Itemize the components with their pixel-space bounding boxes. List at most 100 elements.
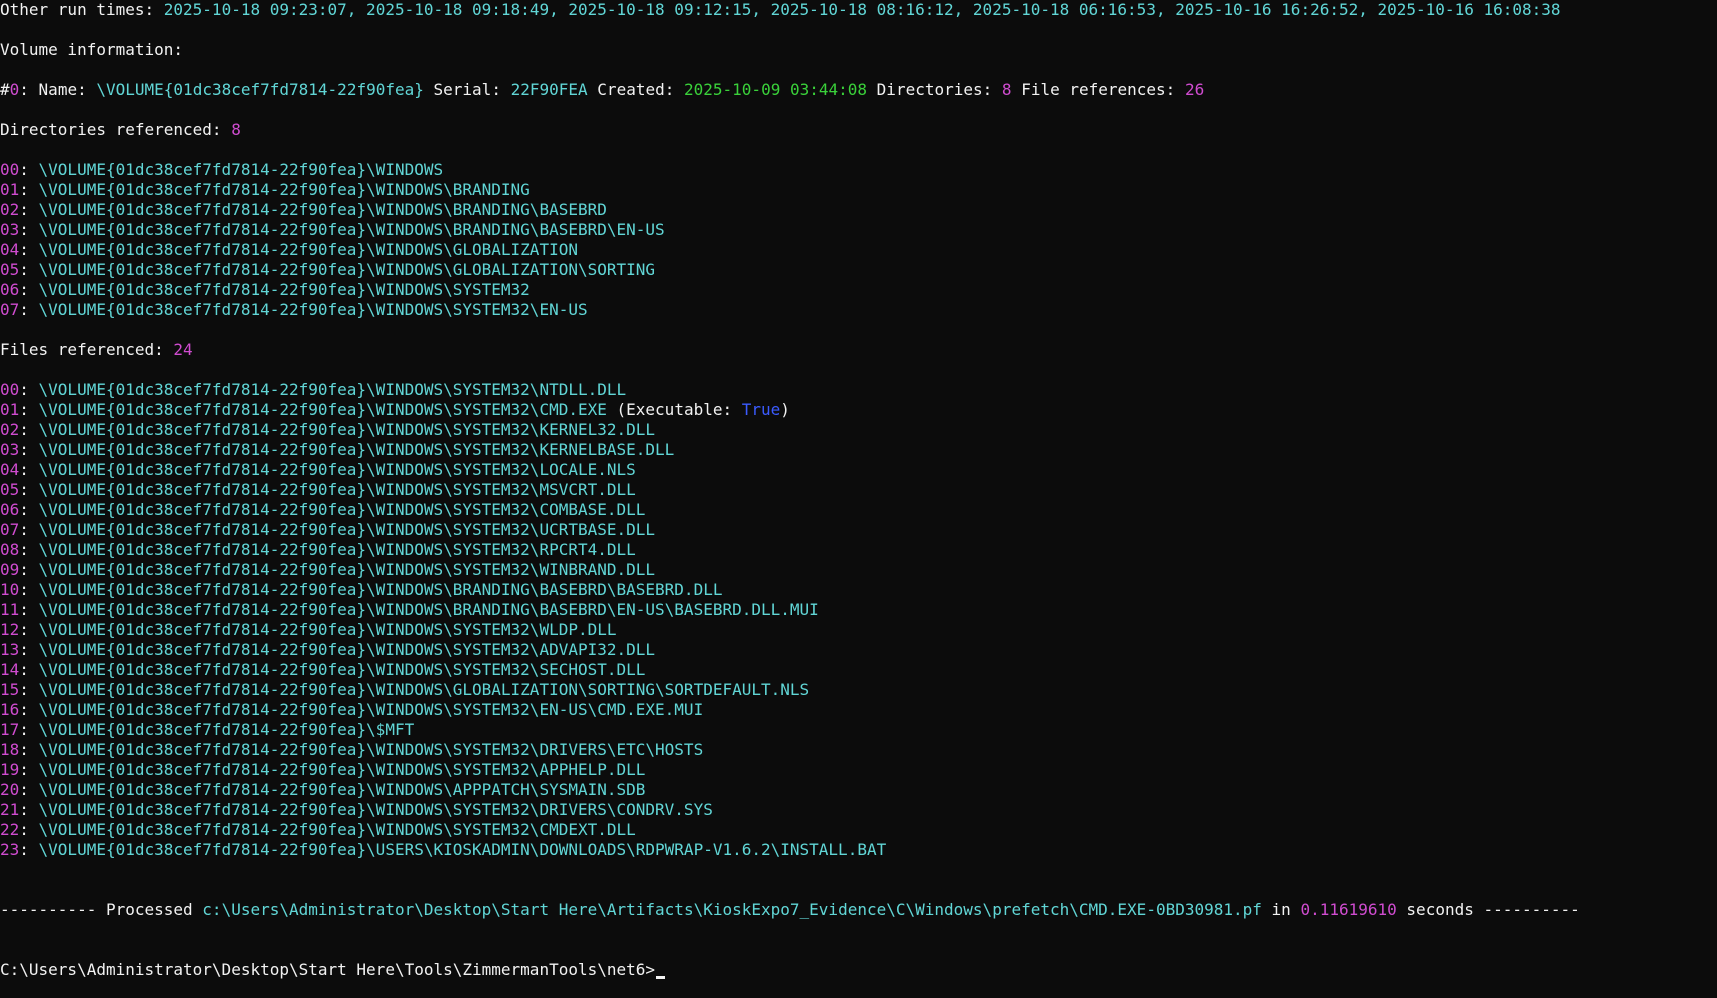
directory-index: 06 (0, 280, 20, 299)
volume-index: 0 (9, 80, 20, 99)
file-row: 11: \VOLUME{01dc38cef7fd7814-22f90fea}\W… (0, 600, 1717, 620)
volume-dirs-label: Directories: (876, 80, 993, 99)
text-cursor[interactable] (656, 976, 666, 979)
file-index: 08 (0, 540, 20, 559)
file-separator: : (19, 640, 39, 659)
directory-index: 03 (0, 220, 20, 239)
directory-path: \VOLUME{01dc38cef7fd7814-22f90fea}\WINDO… (38, 260, 656, 279)
file-path: \VOLUME{01dc38cef7fd7814-22f90fea}\WINDO… (38, 620, 617, 639)
directory-row: 00: \VOLUME{01dc38cef7fd7814-22f90fea}\W… (0, 160, 1717, 180)
command-prompt: C:\Users\Administrator\Desktop\Start Her… (0, 960, 656, 979)
directory-index: 01 (0, 180, 20, 199)
directory-row: 05: \VOLUME{01dc38cef7fd7814-22f90fea}\W… (0, 260, 1717, 280)
file-index: 20 (0, 780, 20, 799)
file-path: \VOLUME{01dc38cef7fd7814-22f90fea}\WINDO… (38, 440, 675, 459)
file-index: 23 (0, 840, 20, 859)
file-row: 07: \VOLUME{01dc38cef7fd7814-22f90fea}\W… (0, 520, 1717, 540)
file-row: 12: \VOLUME{01dc38cef7fd7814-22f90fea}\W… (0, 620, 1717, 640)
file-row: 06: \VOLUME{01dc38cef7fd7814-22f90fea}\W… (0, 500, 1717, 520)
volume-serial: 22F90FEA (510, 80, 588, 99)
directory-index: 04 (0, 240, 20, 259)
file-path: \VOLUME{01dc38cef7fd7814-22f90fea}\WINDO… (38, 680, 810, 699)
volume-serial-label: Serial: (433, 80, 501, 99)
directory-row: 03: \VOLUME{01dc38cef7fd7814-22f90fea}\W… (0, 220, 1717, 240)
file-path: \VOLUME{01dc38cef7fd7814-22f90fea}\WINDO… (38, 420, 656, 439)
processed-in-label: in (1271, 900, 1291, 919)
directory-path: \VOLUME{01dc38cef7fd7814-22f90fea}\WINDO… (38, 160, 444, 179)
file-path: \VOLUME{01dc38cef7fd7814-22f90fea}\WINDO… (38, 540, 636, 559)
file-path: \VOLUME{01dc38cef7fd7814-22f90fea}\WINDO… (38, 380, 627, 399)
file-row: 01: \VOLUME{01dc38cef7fd7814-22f90fea}\W… (0, 400, 1717, 420)
directory-separator: : (19, 160, 39, 179)
volume-name-label: : Name: (19, 80, 87, 99)
file-separator: : (19, 560, 39, 579)
directories-label: Directories referenced: (0, 120, 222, 139)
file-separator: : (19, 520, 39, 539)
file-path: \VOLUME{01dc38cef7fd7814-22f90fea}\WINDO… (38, 460, 636, 479)
file-path: \VOLUME{01dc38cef7fd7814-22f90fea}\USERS… (38, 840, 887, 859)
file-row: 08: \VOLUME{01dc38cef7fd7814-22f90fea}\W… (0, 540, 1717, 560)
file-separator: : (19, 760, 39, 779)
file-index: 22 (0, 820, 20, 839)
directory-path: \VOLUME{01dc38cef7fd7814-22f90fea}\WINDO… (38, 220, 665, 239)
file-index: 15 (0, 680, 20, 699)
file-row: 15: \VOLUME{01dc38cef7fd7814-22f90fea}\W… (0, 680, 1717, 700)
file-path: \VOLUME{01dc38cef7fd7814-22f90fea}\WINDO… (38, 580, 723, 599)
file-row: 02: \VOLUME{01dc38cef7fd7814-22f90fea}\W… (0, 420, 1717, 440)
run-times-line: Other run times: 2025-10-18 09:23:07, 20… (0, 0, 1717, 20)
file-index: 16 (0, 700, 20, 719)
file-row: 10: \VOLUME{01dc38cef7fd7814-22f90fea}\W… (0, 580, 1717, 600)
file-separator: : (19, 660, 39, 679)
directory-index: 05 (0, 260, 20, 279)
files-label: Files referenced: (0, 340, 164, 359)
file-index: 13 (0, 640, 20, 659)
file-index: 14 (0, 660, 20, 679)
directory-separator: : (19, 260, 39, 279)
file-path: \VOLUME{01dc38cef7fd7814-22f90fea}\WINDO… (38, 600, 819, 619)
file-path: \VOLUME{01dc38cef7fd7814-22f90fea}\WINDO… (38, 800, 713, 819)
file-index: 21 (0, 800, 20, 819)
directory-row: 07: \VOLUME{01dc38cef7fd7814-22f90fea}\W… (0, 300, 1717, 320)
volume-name: \VOLUME{01dc38cef7fd7814-22f90fea} (96, 80, 424, 99)
file-row: 05: \VOLUME{01dc38cef7fd7814-22f90fea}\W… (0, 480, 1717, 500)
file-separator: : (19, 840, 39, 859)
file-index: 06 (0, 500, 20, 519)
volume-filerefs: 26 (1184, 80, 1205, 99)
file-row: 03: \VOLUME{01dc38cef7fd7814-22f90fea}\W… (0, 440, 1717, 460)
processed-path: c:\Users\Administrator\Desktop\Start Her… (202, 900, 1262, 919)
file-index: 12 (0, 620, 20, 639)
file-path: \VOLUME{01dc38cef7fd7814-22f90fea}\WINDO… (38, 640, 656, 659)
directories-count: 8 (231, 120, 241, 139)
directory-path: \VOLUME{01dc38cef7fd7814-22f90fea}\WINDO… (38, 180, 530, 199)
file-path: \VOLUME{01dc38cef7fd7814-22f90fea}\WINDO… (38, 700, 704, 719)
file-index: 10 (0, 580, 20, 599)
volume-created: 2025-10-09 03:44:08 (684, 80, 868, 99)
file-separator: : (19, 740, 39, 759)
directory-row: 01: \VOLUME{01dc38cef7fd7814-22f90fea}\W… (0, 180, 1717, 200)
file-separator: : (19, 780, 39, 799)
file-index: 05 (0, 480, 20, 499)
directory-index: 00 (0, 160, 20, 179)
file-path: \VOLUME{01dc38cef7fd7814-22f90fea}\WINDO… (38, 660, 646, 679)
file-separator: : (19, 620, 39, 639)
directories-list: 00: \VOLUME{01dc38cef7fd7814-22f90fea}\W… (0, 160, 1717, 320)
file-row: 09: \VOLUME{01dc38cef7fd7814-22f90fea}\W… (0, 560, 1717, 580)
files-count: 24 (173, 340, 193, 359)
file-index: 09 (0, 560, 20, 579)
directory-path: \VOLUME{01dc38cef7fd7814-22f90fea}\WINDO… (38, 300, 588, 319)
file-row: 21: \VOLUME{01dc38cef7fd7814-22f90fea}\W… (0, 800, 1717, 820)
file-path: \VOLUME{01dc38cef7fd7814-22f90fea}\WINDO… (38, 400, 607, 419)
terminal-window[interactable]: Other run times: 2025-10-18 09:23:07, 20… (0, 0, 1717, 998)
file-path: \VOLUME{01dc38cef7fd7814-22f90fea}\WINDO… (38, 480, 636, 499)
file-separator: : (19, 420, 39, 439)
executable-value: True (741, 400, 781, 419)
command-prompt-line[interactable]: C:\Users\Administrator\Desktop\Start Her… (0, 960, 1717, 980)
file-index: 07 (0, 520, 20, 539)
file-separator: : (19, 800, 39, 819)
